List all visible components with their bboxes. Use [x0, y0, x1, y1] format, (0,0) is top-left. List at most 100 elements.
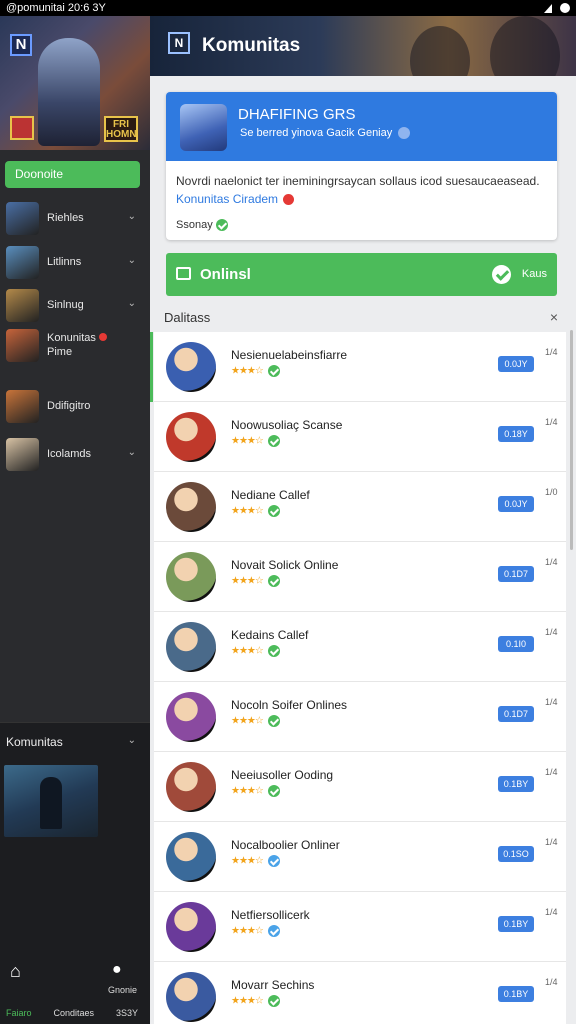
banner-art	[490, 16, 560, 76]
sidebar: N FRI HOMN Doonoite ⌄ Riehles ⌄ Litlinns ⌄ Si…	[0, 16, 150, 1024]
list-item[interactable]: Noowusoliaç Scanse ★★★☆ 0.18Y 1/4	[154, 402, 566, 472]
list-item[interactable]: Nocoln Soifer Onlines ★★★☆ 0.1D7 1/4	[154, 682, 566, 752]
avatar[interactable]	[166, 832, 216, 882]
online-right-label[interactable]: Kaus	[522, 268, 547, 280]
sidebar-item[interactable]: ⌄ Sinlnug	[0, 285, 150, 325]
battery-icon	[560, 3, 570, 13]
avatar[interactable]	[166, 622, 216, 672]
item-name[interactable]: Netfiersollicerk	[231, 908, 310, 922]
sidebar-item-label: Sinlnug	[47, 298, 84, 312]
item-name[interactable]: Nesienuelabeinsfiarre	[231, 348, 347, 362]
item-count: 1/4	[545, 557, 558, 567]
donate-button[interactable]: Doonoite	[5, 161, 140, 188]
avatar[interactable]	[166, 342, 216, 392]
item-action-button[interactable]: 0.1I0	[498, 636, 534, 652]
list-item[interactable]: Nocalboolier Onliner ★★★☆ 0.1SO 1/4	[154, 822, 566, 892]
signal-icon	[544, 3, 552, 13]
sidebar-item-avatar	[6, 389, 39, 423]
item-name[interactable]: Movarr Sechins	[231, 978, 314, 992]
status-icons	[544, 3, 570, 13]
close-icon[interactable]: ×	[550, 309, 558, 325]
sidebar-item[interactable]: ⌄ Riehles	[0, 198, 150, 238]
star-rating-icon: ★★★☆	[231, 995, 264, 1007]
chevron-down-icon[interactable]: ⌄	[128, 447, 136, 458]
item-action-button[interactable]: 0.1BY	[498, 986, 534, 1002]
community-link-text[interactable]: Konunitas Ciradem	[176, 192, 278, 206]
community-link[interactable]: Konunitas Ciradem	[176, 192, 295, 206]
item-action-button[interactable]: 0.18Y	[498, 426, 534, 442]
list-item[interactable]: Nediane Callef ★★★☆ 0.0JY 1/0	[154, 472, 566, 542]
verified-check-icon	[267, 925, 280, 937]
list-title: Dalitass	[164, 309, 211, 325]
check-circle-icon[interactable]	[492, 265, 511, 284]
list-item[interactable]: Novait Solick Online ★★★☆ 0.1D7 1/4	[154, 542, 566, 612]
avatar[interactable]	[166, 902, 216, 952]
featured-card-title: DHAFIFING GRS	[238, 106, 356, 123]
list-item[interactable]: Kedains Callef ★★★☆ 0.1I0 1/4	[154, 612, 566, 682]
featured-card[interactable]: DHAFIFING GRS Se berred yinova Gacik Gen…	[166, 92, 557, 240]
item-rating: ★★★☆	[231, 715, 280, 727]
item-action-button[interactable]: 0.1D7	[498, 706, 534, 722]
chevron-down-icon[interactable]: ⌄	[128, 255, 136, 266]
community-list: Nesienuelabeinsfiarre ★★★☆ 0.0JY 1/4 Noowuso…	[154, 332, 566, 1024]
banner-logo-icon[interactable]: N	[168, 32, 190, 54]
online-bar[interactable]: Onlinsl Kaus	[166, 253, 557, 296]
item-action-button[interactable]: 0.1BY	[498, 916, 534, 932]
footer-link-2[interactable]: Conditaes	[53, 1008, 94, 1018]
item-action-button[interactable]: 0.0JY	[498, 356, 534, 372]
community-thumbnail[interactable]	[4, 765, 98, 837]
avatar[interactable]	[166, 692, 216, 742]
avatar-icon[interactable]: ●	[112, 961, 122, 979]
app-logo-icon[interactable]: N	[10, 34, 32, 56]
footer-link-3[interactable]: 3S3Y	[116, 1008, 138, 1018]
sidebar-item[interactable]: Ddifigitro	[0, 386, 150, 426]
item-name[interactable]: Nocoln Soifer Onlines	[231, 698, 347, 712]
scrollbar[interactable]	[570, 330, 573, 550]
sidebar-item-avatar	[6, 201, 39, 235]
item-count: 1/4	[545, 977, 558, 987]
item-action-button[interactable]: 0.1SO	[498, 846, 534, 862]
list-item[interactable]: Nesienuelabeinsfiarre ★★★☆ 0.0JY 1/4	[154, 332, 566, 402]
sidebar-item[interactable]: Konunitas Pime	[0, 325, 150, 365]
item-count: 1/4	[545, 767, 558, 777]
list-item[interactable]: Netfiersollicerk ★★★☆ 0.1BY 1/4	[154, 892, 566, 962]
info-icon[interactable]	[398, 127, 411, 140]
item-count: 1/0	[545, 487, 558, 497]
verified-check-icon	[267, 365, 280, 377]
item-rating: ★★★☆	[231, 925, 280, 937]
item-action-button[interactable]: 0.1BY	[498, 776, 534, 792]
footer-link-1[interactable]: Faiaro	[6, 1008, 32, 1018]
community-header[interactable]: Komunitas	[6, 735, 63, 749]
item-name[interactable]: Novait Solick Online	[231, 558, 338, 572]
item-action-button[interactable]: 0.0JY	[498, 496, 534, 512]
avatar[interactable]	[166, 552, 216, 602]
item-count: 1/4	[545, 347, 558, 357]
avatar[interactable]	[166, 412, 216, 462]
item-name[interactable]: Noowusoliaç Scanse	[231, 418, 342, 432]
chevron-down-icon[interactable]: ⌄	[128, 298, 136, 309]
avatar[interactable]	[166, 762, 216, 812]
hero-character-image	[38, 38, 100, 146]
sidebar-community-section: Komunitas ⌄ ⌂ ● Gnonie Faiaro Conditaes …	[0, 722, 150, 1024]
item-name[interactable]: Neeiusoller Ooding	[231, 768, 333, 782]
chevron-down-icon[interactable]: ⌄	[128, 211, 136, 222]
item-name[interactable]: Nocalboolier Onliner	[231, 838, 340, 852]
item-count: 1/4	[545, 697, 558, 707]
avatar[interactable]	[166, 972, 216, 1022]
verified-check-icon	[267, 645, 280, 657]
item-rating: ★★★☆	[231, 995, 280, 1007]
avatar[interactable]	[166, 482, 216, 532]
sidebar-item[interactable]: ⌄ Litlinns	[0, 242, 150, 282]
item-name[interactable]: Kedains Callef	[231, 628, 308, 642]
verified-check-icon	[267, 575, 280, 587]
sidebar-item[interactable]: ⌄ Icolamds	[0, 434, 150, 474]
list-item[interactable]: Neeiusoller Ooding ★★★☆ 0.1BY 1/4	[154, 752, 566, 822]
home-icon[interactable]: ⌂	[10, 961, 21, 982]
item-action-button[interactable]: 0.1D7	[498, 566, 534, 582]
sidebar-hero-image: N FRI HOMN	[0, 16, 150, 150]
list-item[interactable]: Movarr Sechins ★★★☆ 0.1BY 1/4	[154, 962, 566, 1024]
notification-dot-icon	[283, 194, 295, 206]
chevron-down-icon[interactable]: ⌄	[128, 735, 136, 746]
item-name[interactable]: Nediane Callef	[231, 488, 310, 502]
status-text: Ssonay	[176, 219, 213, 231]
